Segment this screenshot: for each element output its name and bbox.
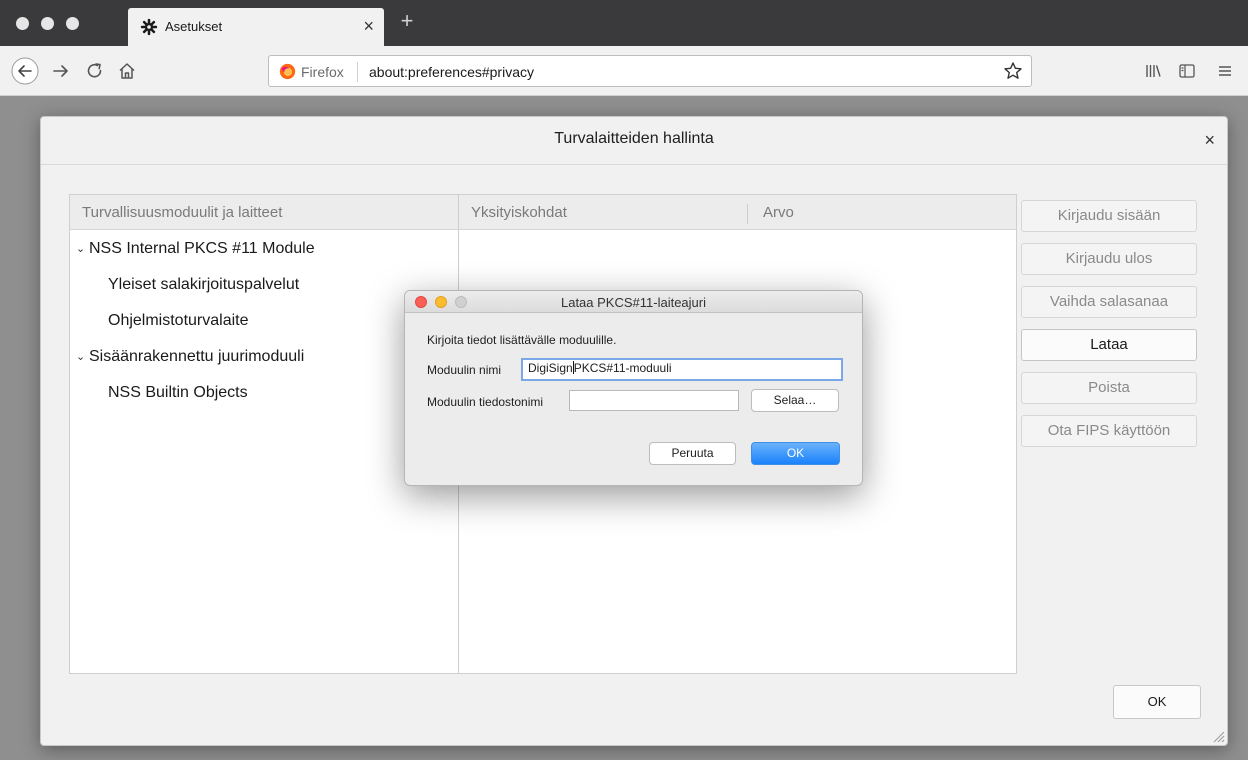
tree-item-builtin-objects[interactable]: NSS Builtin Objects <box>108 384 248 402</box>
browse-button[interactable]: Selaa… <box>751 389 839 412</box>
tab-close-icon[interactable]: × <box>363 16 374 36</box>
module-name-label: Moduulin nimi <box>427 363 502 377</box>
bookmark-star-icon[interactable] <box>1003 61 1023 81</box>
chevron-down-icon[interactable]: ⌄ <box>76 242 86 255</box>
tree-item-software-device[interactable]: Ohjelmistoturvalaite <box>108 312 249 330</box>
sidebar-button[interactable] <box>1172 56 1202 86</box>
navigation-toolbar: Firefox about:preferences#privacy <box>0 46 1248 96</box>
url-text[interactable]: about:preferences#privacy <box>369 64 534 80</box>
cancel-button[interactable]: Peruuta <box>649 442 736 465</box>
load-dialog-instructions: Kirjoita tiedot lisättävälle moduulille. <box>427 333 617 347</box>
change-password-button[interactable]: Vaihda salasanaa <box>1021 286 1197 318</box>
device-manager-ok-button[interactable]: OK <box>1113 685 1201 719</box>
tab-settings[interactable]: Asetukset × <box>128 8 384 46</box>
modules-column-label: Turvallisuusmoduulit ja laitteet <box>82 204 283 221</box>
load-pkcs11-dialog: Lataa PKCS#11-laiteajuri Kirjoita tiedot… <box>404 290 863 486</box>
url-separator <box>357 62 358 82</box>
load-button[interactable]: Lataa <box>1021 329 1197 361</box>
reload-icon <box>87 63 102 78</box>
gear-icon <box>140 18 158 36</box>
home-icon <box>119 63 135 79</box>
details-column-label: Yksityiskohdat <box>471 204 567 221</box>
forward-arrow-icon <box>53 65 68 77</box>
close-icon[interactable]: × <box>1204 130 1215 150</box>
sidebar-icon <box>1179 64 1195 78</box>
home-button[interactable] <box>112 56 142 86</box>
tree-item-nss-internal[interactable]: ⌄ NSS Internal PKCS #11 Module <box>76 240 315 258</box>
reload-button[interactable] <box>80 56 110 86</box>
menu-button[interactable] <box>1210 56 1240 86</box>
device-manager-header: Turvalaitteiden hallinta × <box>41 117 1227 165</box>
forward-button[interactable] <box>46 56 76 86</box>
library-button[interactable] <box>1138 56 1168 86</box>
back-button[interactable] <box>10 56 40 86</box>
enable-fips-button[interactable]: Ota FIPS käyttöön <box>1021 415 1197 447</box>
tree-item-general-crypto[interactable]: Yleiset salakirjoituspalvelut <box>108 276 299 294</box>
chevron-down-icon[interactable]: ⌄ <box>76 350 86 363</box>
module-filename-label: Moduulin tiedostonimi <box>427 395 544 409</box>
load-dialog-titlebar: Lataa PKCS#11-laiteajuri <box>405 291 862 313</box>
device-manager-title: Turvalaitteiden hallinta <box>554 130 714 147</box>
window-zoom-light[interactable] <box>66 17 79 30</box>
window-minimize-light[interactable] <box>41 17 54 30</box>
module-name-input[interactable]: DigiSignPKCS#11-moduuli <box>521 358 843 381</box>
browser-titlebar: Asetukset × + <box>0 0 1248 46</box>
unload-button[interactable]: Poista <box>1021 372 1197 404</box>
load-dialog-title: Lataa PKCS#11-laiteajuri <box>560 295 706 310</box>
hamburger-menu-icon <box>1219 66 1231 76</box>
back-arrow-icon <box>11 57 39 85</box>
library-icon <box>1146 65 1161 77</box>
ok-button[interactable]: OK <box>751 442 840 465</box>
identity-label: Firefox <box>301 64 344 80</box>
details-column-header[interactable]: Yksityiskohdat Arvo <box>459 195 1016 230</box>
new-tab-icon[interactable]: + <box>396 10 418 32</box>
value-column-label: Arvo <box>763 204 794 221</box>
url-bar[interactable]: Firefox about:preferences#privacy <box>268 55 1032 87</box>
tree-item-builtin-root[interactable]: ⌄ Sisäänrakennettu juurimoduuli <box>76 348 304 366</box>
firefox-logo-icon <box>279 63 296 80</box>
logout-button[interactable]: Kirjaudu ulos <box>1021 243 1197 275</box>
modules-column-header[interactable]: Turvallisuusmoduulit ja laitteet <box>70 195 458 230</box>
modules-tree-pane[interactable]: Turvallisuusmoduulit ja laitteet ⌄ NSS In… <box>69 194 459 674</box>
tab-title: Asetukset <box>165 19 223 34</box>
window-close-light[interactable] <box>16 17 29 30</box>
resize-grip-icon[interactable] <box>1211 729 1225 743</box>
login-button[interactable]: Kirjaudu sisään <box>1021 200 1197 232</box>
module-filename-input[interactable] <box>569 390 739 411</box>
column-separator[interactable] <box>747 204 748 224</box>
